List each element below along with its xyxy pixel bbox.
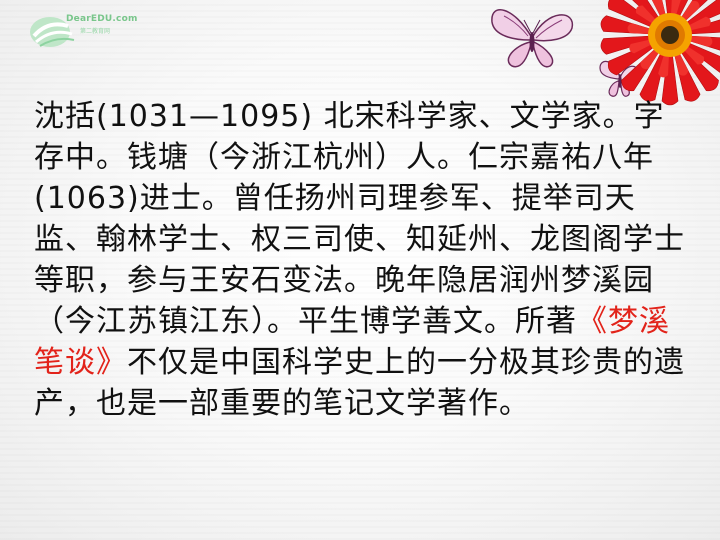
butterfly-icon xyxy=(491,9,573,68)
open-quote: 《 xyxy=(577,304,608,339)
slide: DearEDU.com 第二教育网 沈括(1031—1095) 北宋科学家、文学… xyxy=(0,0,720,540)
logo-brand: DearEDU.com xyxy=(66,14,138,24)
biography-text: 沈括(1031—1095) 北宋科学家、文学家。字存中。钱塘（今浙江杭州）人。仁… xyxy=(34,96,694,424)
logo-subtitle: 第二教育网 xyxy=(80,28,111,35)
biography-part-2: 不仅是中国科学史上的一分极其珍贵的遗产，也是一部重要的笔记文学著作。 xyxy=(34,345,685,421)
biography-part-1: 沈括(1031—1095) 北宋科学家、文学家。字存中。钱塘（今浙江杭州）人。仁… xyxy=(34,99,685,339)
close-quote: 》 xyxy=(96,345,127,380)
